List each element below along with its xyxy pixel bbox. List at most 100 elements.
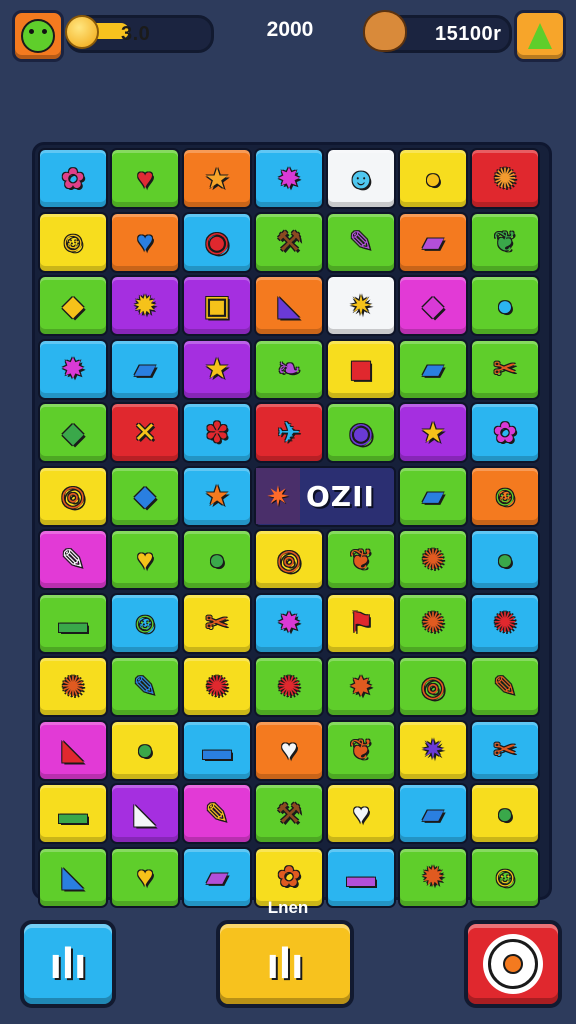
tile[interactable]: ▰ (398, 211, 468, 273)
tile[interactable]: ♥ (110, 529, 180, 590)
tile[interactable]: ✎ (470, 656, 540, 717)
tile[interactable]: ◎ (254, 529, 324, 590)
tile[interactable]: ✕ (110, 402, 180, 463)
green-brick-icon: ▬ (59, 607, 87, 638)
tile[interactable]: ▰ (110, 338, 180, 400)
tile[interactable]: ▬ (182, 719, 252, 781)
tile[interactable]: ✎ (182, 783, 252, 844)
tile[interactable]: ✸ (38, 338, 108, 400)
tile[interactable]: ● (470, 783, 540, 844)
tile[interactable]: ✸ (254, 148, 324, 209)
tile[interactable]: ◎ (38, 465, 108, 527)
tile[interactable]: ▬ (38, 592, 108, 654)
tile[interactable]: ✺ (470, 148, 540, 209)
tile[interactable]: ⚒ (254, 211, 324, 273)
tile[interactable]: ▬ (38, 783, 108, 844)
tile[interactable]: ◼ (326, 338, 396, 400)
tile[interactable]: ◆ (38, 402, 108, 463)
tile[interactable]: ★ (398, 402, 468, 463)
tile[interactable]: ⚒ (254, 783, 324, 844)
tile[interactable]: ◣ (110, 783, 180, 844)
tile[interactable]: ◆ (398, 275, 468, 336)
tile[interactable]: ▰ (398, 465, 468, 527)
settings-button[interactable] (464, 920, 562, 1008)
tile[interactable]: ☺ (38, 211, 108, 273)
orange-leaf-icon: ❦ (349, 543, 373, 575)
tile[interactable]: ✂ (470, 338, 540, 400)
tile[interactable]: ◉ (182, 211, 252, 273)
tile[interactable]: ⚑ (326, 592, 396, 654)
sun-icon: ✹ (133, 289, 157, 321)
candy-bar-icon: ▰ (422, 226, 444, 257)
crossed-tools-icon: ✕ (133, 416, 157, 448)
snail-icon: ◎ (276, 543, 302, 575)
tile[interactable]: ☺ (470, 465, 540, 527)
tile[interactable]: ✺ (470, 592, 540, 654)
stats-button[interactable]: ılı (20, 920, 116, 1008)
wrench-icon: ✎ (133, 670, 157, 702)
tile[interactable]: ✎ (110, 656, 180, 717)
tile[interactable]: ● (182, 529, 252, 590)
tile[interactable]: ✈ (254, 402, 324, 463)
tile[interactable]: ♥ (110, 148, 180, 209)
tile[interactable]: ✂ (470, 719, 540, 781)
tile[interactable]: ● (398, 148, 468, 209)
play-button[interactable]: ılı (216, 920, 354, 1008)
pink-blob-icon: ✿ (61, 162, 85, 194)
shop-button[interactable] (514, 10, 566, 62)
star-icon: ★ (204, 162, 230, 194)
tile[interactable]: ◆ (38, 275, 108, 336)
tile[interactable]: ♥ (254, 719, 324, 781)
tile[interactable]: ♥ (326, 783, 396, 844)
tile[interactable]: ● (470, 275, 540, 336)
tile[interactable]: ✿ (38, 148, 108, 209)
tile[interactable]: ✂ (182, 592, 252, 654)
top-hud: 3.0 2000 15100r (0, 0, 576, 80)
stats-button-label: ılı (49, 939, 87, 988)
tile[interactable]: ✹ (110, 275, 180, 336)
purple-splat-icon: ✸ (61, 353, 85, 384)
tile[interactable]: ▣ (182, 275, 252, 336)
tile[interactable]: ❦ (470, 211, 540, 273)
tile[interactable]: ❧ (254, 338, 324, 400)
nut-icon: ✺ (421, 543, 445, 575)
tile[interactable]: ✺ (398, 529, 468, 590)
tile[interactable]: ● (110, 719, 180, 781)
tile[interactable]: ▰ (398, 783, 468, 844)
tile[interactable]: ▰ (398, 338, 468, 400)
tile[interactable]: ★ (182, 465, 252, 527)
gold-star-icon: ★ (204, 353, 230, 384)
tile[interactable]: ✿ (470, 402, 540, 463)
tile[interactable]: ☻ (326, 148, 396, 209)
tile[interactable]: ★ (182, 338, 252, 400)
tile[interactable]: ✺ (254, 656, 324, 717)
tile[interactable]: ☺ (110, 592, 180, 654)
tile[interactable]: ✷ (398, 719, 468, 781)
tile[interactable]: ◣ (38, 719, 108, 781)
tile[interactable]: ✎ (326, 211, 396, 273)
bow-icon: ✂ (493, 353, 517, 384)
tile[interactable]: ✺ (398, 592, 468, 654)
tile[interactable]: ✺ (38, 656, 108, 717)
tile[interactable]: ◣ (254, 275, 324, 336)
tile[interactable]: ● (470, 529, 540, 590)
tile[interactable]: ◎ (398, 656, 468, 717)
cream-heart-icon: ♥ (352, 797, 370, 829)
tile[interactable]: ✸ (326, 656, 396, 717)
tile[interactable]: ✷ (326, 275, 396, 336)
avatar-button[interactable] (12, 10, 64, 62)
tile[interactable]: ❦ (326, 719, 396, 781)
tile[interactable]: ✽ (182, 402, 252, 463)
tile[interactable]: ✺ (182, 656, 252, 717)
tile[interactable]: ★ (182, 148, 252, 209)
tile[interactable]: ✎ (38, 529, 108, 590)
tile[interactable]: ◆ (110, 465, 180, 527)
coins-counter: 3.0 (65, 15, 214, 53)
hammer-icon: ⚒ (276, 226, 302, 257)
tile[interactable]: ✸ (254, 592, 324, 654)
tile[interactable]: ❦ (326, 529, 396, 590)
gear-blob-icon: ✺ (421, 607, 445, 638)
tile[interactable]: ♥ (110, 211, 180, 273)
purple-flower-icon: ✿ (493, 416, 517, 448)
tile[interactable]: ◉ (326, 402, 396, 463)
